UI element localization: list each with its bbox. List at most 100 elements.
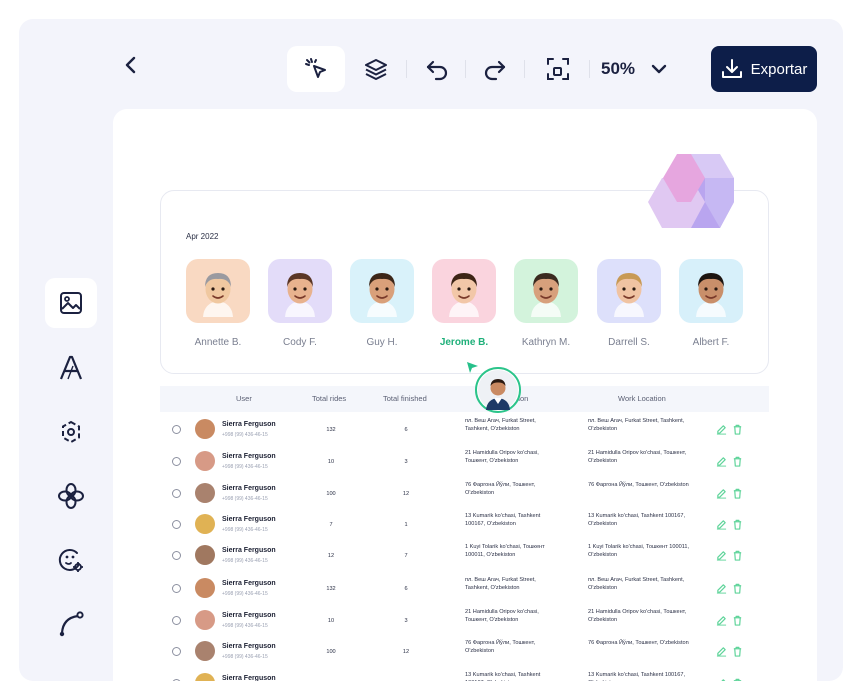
trash-icon[interactable] [732,424,743,435]
user-phone: +998 (99) 436-46-15 [222,591,268,597]
table-row[interactable]: Sierra Ferguson +998 (99) 436-46-15 100 12 7… [160,637,769,669]
avatar-tile[interactable] [268,259,332,323]
edit-icon[interactable] [716,424,727,435]
avatar [195,673,215,681]
memoji-avatar [531,273,561,317]
user-phone: +998 (99) 436-46-15 [222,464,268,470]
toolbar-divider [589,60,590,78]
table-row[interactable]: Sierra Ferguson+998 (99) 436-46-157113 K… [160,669,769,681]
frame-select-button[interactable] [535,46,581,92]
trash-icon[interactable] [732,488,743,499]
text-icon [59,355,83,380]
table-row[interactable]: Sierra Ferguson +998 (99) 436-46-15 132 6 пл… [160,415,769,447]
row-select-radio[interactable] [172,616,181,625]
total-finished: 12 [402,649,410,655]
edit-icon[interactable] [716,456,727,467]
avatar-tile[interactable] [679,259,743,323]
image-icon [60,292,82,314]
work-location: 13 Kumarik ko'chasi, Tashkent 100167, O'… [588,513,686,527]
collaborator-cursor-icon [467,362,478,373]
trash-icon[interactable] [732,646,743,657]
layers-button[interactable] [353,46,399,92]
avatar-tile[interactable] [350,259,414,323]
redo-button[interactable] [473,46,517,92]
row-select-radio[interactable] [172,457,181,466]
avatar-tile[interactable] [514,259,578,323]
work-location: 21 Hamidulla Oripov ko'chasi, Тошкент, O… [588,609,687,623]
row-select-radio[interactable] [172,489,181,498]
total-finished: 6 [404,427,408,433]
total-finished: 12 [402,491,410,497]
location: 21 Hamidulla Oripov ko'chasi, Тошкент, O… [465,609,539,623]
redo-icon [484,60,506,81]
avatar-tile[interactable] [186,259,250,323]
edit-icon[interactable] [716,615,727,626]
location: 13 Kumarik ko'chasi, Tashkent 100167, O'… [465,513,541,527]
avatar-name: Annette B. [194,337,242,348]
emoji-tool-button[interactable] [45,535,97,585]
edit-icon[interactable] [716,488,727,499]
table-row[interactable]: Sierra Ferguson +998 (99) 436-46-15 10 3 21 … [160,447,769,479]
trash-icon[interactable] [732,615,743,626]
trash-icon[interactable] [732,519,743,530]
export-label: Exportar [750,60,808,78]
image-tool-button[interactable] [45,278,97,328]
row-select-radio[interactable] [172,520,181,529]
zoom-dropdown[interactable]: 50% [601,46,667,92]
avatar-name: Jerome B. [439,337,489,348]
location: пл. Beш Агач, Furkat Street, Tashkent, O… [465,418,536,432]
undo-icon [426,60,448,81]
edit-icon[interactable] [716,519,727,530]
table-row[interactable]: Sierra Ferguson +998 (99) 436-46-15 10 3 21 … [160,606,769,638]
text-tool-button[interactable] [45,343,97,393]
trash-icon[interactable] [732,456,743,467]
work-location: пл. Beш Агач, Furkat Street, Tashkent, O… [588,577,685,591]
work-location: 13 Kumarik ko'chasi, Tashkent 100167, O'… [588,672,686,681]
card-date: Apr 2022 [186,232,219,241]
memoji-avatar [614,273,644,317]
avatar-tile[interactable] [597,259,661,323]
table-row[interactable]: Sierra Ferguson +998 (99) 436-46-15 100 12 7… [160,479,769,511]
trash-icon[interactable] [732,678,743,681]
row-select-radio[interactable] [172,647,181,656]
table-row[interactable]: Sierra Ferguson+998 (99) 436-46-157113 K… [160,510,769,542]
total-rides: 12 [327,553,335,559]
shape-tool-button[interactable] [45,471,97,521]
total-rides: 100 [326,649,336,655]
memoji-avatar [285,273,315,317]
location: 76 Фаргона Йўли, Тошкент, O'zbekiston [465,640,536,654]
path-tool-button[interactable] [45,599,97,649]
shape-icon [58,483,84,509]
edit-icon[interactable] [716,646,727,657]
table-row[interactable]: Sierra Ferguson +998 (99) 436-46-15 12 7 1 K… [160,541,769,573]
user-name: Sierra Ferguson [222,643,276,650]
component-tool-button[interactable] [45,407,97,457]
row-select-radio[interactable] [172,551,181,560]
collaborator-avatar [475,367,521,413]
user-name: Sierra Ferguson [222,675,276,681]
trash-icon[interactable] [732,550,743,561]
avatar-tile[interactable] [432,259,496,323]
avatar [195,419,215,439]
total-rides: 132 [326,427,336,433]
avatar [195,610,215,630]
select-cursor-icon [305,58,326,78]
edit-icon[interactable] [716,583,727,594]
row-select-radio[interactable] [172,425,181,434]
table-row[interactable]: Sierra Ferguson +998 (99) 436-46-15 132 6 пл… [160,574,769,606]
user-name: Sierra Ferguson [222,580,276,587]
row-select-radio[interactable] [172,679,181,681]
edit-icon[interactable] [716,550,727,561]
undo-button[interactable] [415,46,459,92]
back-button[interactable] [119,53,143,77]
table-header: User Total rides Total finished Location… [160,386,769,412]
trash-icon[interactable] [732,583,743,594]
chevron-left-icon [125,56,136,74]
design-canvas[interactable]: Apr 2022 Annette B. Cody F. Guy H. Jerome B… [113,109,817,681]
edit-icon[interactable] [716,678,727,681]
avatar-name: Kathryn M. [521,337,571,348]
location: 76 Фаргона Йўли, Тошкент, O'zbekiston [465,482,536,496]
export-button[interactable]: Exportar [711,46,817,92]
row-select-radio[interactable] [172,584,181,593]
select-tool-button[interactable] [287,46,345,92]
